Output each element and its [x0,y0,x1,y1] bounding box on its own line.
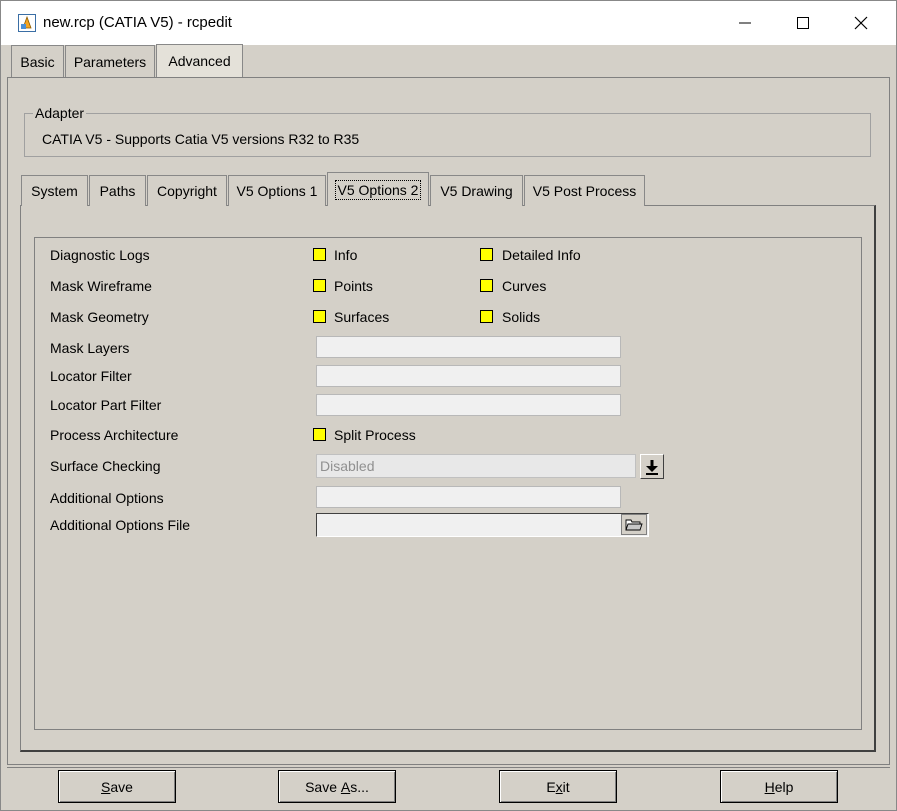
surfaces-checkbox-label: Surfaces [334,309,390,325]
tab-parameters[interactable]: Parameters [65,45,155,77]
minimize-button[interactable] [716,1,774,45]
locator-part-filter-input[interactable] [316,394,621,416]
locator-filter-label: Locator Filter [50,368,132,384]
mask-layers-label: Mask Layers [50,340,130,356]
process-architecture-label: Process Architecture [50,427,179,443]
info-checkbox[interactable] [313,248,326,261]
options-frame [34,237,862,730]
minimize-icon [739,22,751,24]
additional-options-label: Additional Options [50,490,164,506]
locator-filter-input[interactable] [316,365,621,387]
mask-layers-input[interactable] [316,336,621,358]
additional-options-file-label: Additional Options File [50,517,191,533]
maximize-button[interactable] [774,1,832,45]
folder-open-icon [625,519,643,530]
solids-checkbox-label: Solids [502,309,541,325]
curves-checkbox-label: Curves [502,278,547,294]
mask-geometry-label: Mask Geometry [50,309,149,325]
save-button[interactable]: Save [58,770,176,803]
surface-checking-select[interactable]: Disabled [316,454,636,478]
additional-options-file-input[interactable] [316,513,649,537]
mask-wireframe-label: Mask Wireframe [50,278,152,294]
tab-v5-post-process[interactable]: V5 Post Process [524,175,645,206]
locator-part-filter-label: Locator Part Filter [50,397,162,413]
curves-checkbox[interactable] [480,279,493,292]
title-bar: new.rcp (CATIA V5) - rcpedit [1,1,896,45]
split-process-checkbox-label: Split Process [334,427,416,443]
surface-checking-label: Surface Checking [50,458,161,474]
maximize-icon [797,17,809,29]
browse-file-button[interactable] [621,514,647,535]
additional-options-input[interactable] [316,486,621,508]
points-checkbox-label: Points [334,278,373,294]
tab-v5-drawing[interactable]: V5 Drawing [430,175,523,206]
surfaces-checkbox[interactable] [313,310,326,323]
adapter-description: CATIA V5 - Supports Catia V5 versions R3… [42,131,360,147]
tab-basic[interactable]: Basic [11,45,64,77]
adapter-legend: Adapter [33,105,87,121]
tab-advanced[interactable]: Advanced [156,44,243,77]
tab-system[interactable]: System [21,175,88,206]
close-button[interactable] [832,1,890,45]
rcpedit-window: new.rcp (CATIA V5) - rcpedit Basic Param… [0,0,897,811]
rcpedit-app-icon [18,14,36,32]
close-icon [854,16,868,30]
save-as-button[interactable]: Save As... [278,770,396,803]
points-checkbox[interactable] [313,279,326,292]
split-process-checkbox[interactable] [313,428,326,441]
surface-checking-dropdown-button[interactable] [640,454,664,479]
tab-v5-options-2[interactable]: V5 Options 2 [327,172,429,206]
diagnostic-logs-label: Diagnostic Logs [50,247,150,263]
tab-v5-options-1[interactable]: V5 Options 1 [228,175,326,206]
tab-copyright[interactable]: Copyright [147,175,227,206]
tab-paths[interactable]: Paths [89,175,146,206]
help-button[interactable]: Help [720,770,838,803]
detailed-info-checkbox[interactable] [480,248,493,261]
exit-button[interactable]: Ex it [499,770,617,803]
info-checkbox-label: Info [334,247,358,263]
arrow-down-icon [646,459,658,475]
detailed-info-checkbox-label: Detailed Info [502,247,581,263]
window-title: new.rcp (CATIA V5) - rcpedit [43,14,232,31]
solids-checkbox[interactable] [480,310,493,323]
